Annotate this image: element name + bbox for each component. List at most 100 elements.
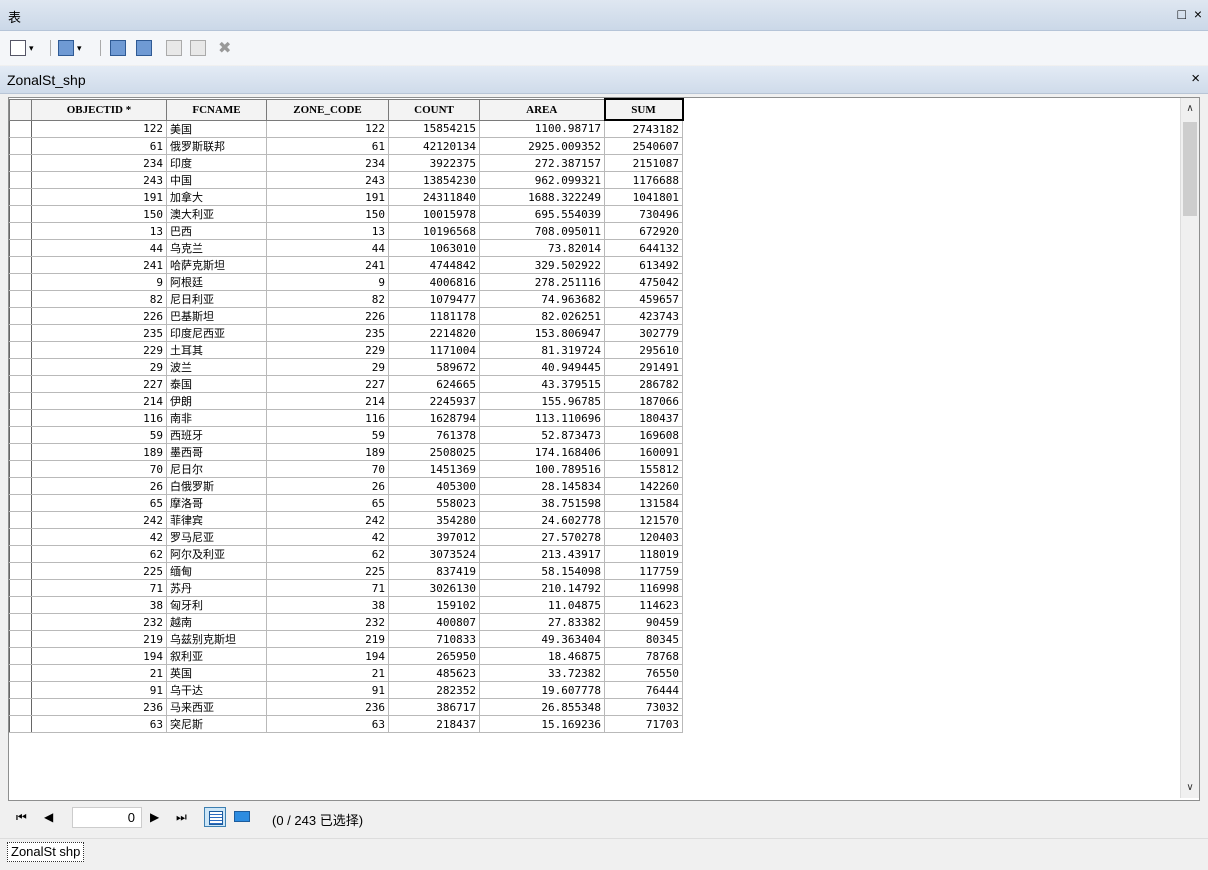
cell-count[interactable]: 15854215 bbox=[388, 119, 480, 138]
row-selector[interactable] bbox=[9, 307, 32, 325]
first-record-button[interactable]: ⏮ bbox=[16, 810, 27, 825]
table-row[interactable]: 227 泰国 227 624665 43.379515 286782 bbox=[9, 375, 683, 393]
cell-area[interactable]: 33.72382 bbox=[479, 664, 605, 682]
cell-count[interactable]: 4006816 bbox=[388, 273, 480, 291]
cell-area[interactable]: 81.319724 bbox=[479, 341, 605, 359]
cell-count[interactable]: 2508025 bbox=[388, 443, 480, 461]
cell-fcname[interactable]: 突尼斯 bbox=[166, 715, 267, 733]
cell-fcname[interactable]: 乌干达 bbox=[166, 681, 267, 699]
switch-selection-button[interactable] bbox=[136, 39, 152, 57]
cell-count[interactable]: 24311840 bbox=[388, 188, 480, 206]
cell-sum[interactable]: 1176688 bbox=[604, 171, 683, 189]
cell-objectid[interactable]: 189 bbox=[31, 443, 167, 461]
cell-objectid[interactable]: 9 bbox=[31, 273, 167, 291]
cell-zone-code[interactable]: 21 bbox=[266, 664, 389, 682]
cell-fcname[interactable]: 菲律宾 bbox=[166, 511, 267, 529]
row-selector[interactable] bbox=[9, 188, 32, 206]
cell-sum[interactable]: 131584 bbox=[604, 494, 683, 512]
cell-count[interactable]: 558023 bbox=[388, 494, 480, 512]
table-row[interactable]: 214 伊朗 214 2245937 155.96785 187066 bbox=[9, 392, 683, 410]
cell-sum[interactable]: 116998 bbox=[604, 579, 683, 597]
cell-sum[interactable]: 459657 bbox=[604, 290, 683, 308]
cell-objectid[interactable]: 150 bbox=[31, 205, 167, 223]
cell-fcname[interactable]: 尼日尔 bbox=[166, 460, 267, 478]
cell-area[interactable]: 213.43917 bbox=[479, 545, 605, 563]
cell-area[interactable]: 27.83382 bbox=[479, 613, 605, 631]
table-row[interactable]: 191 加拿大 191 24311840 1688.322249 1041801 bbox=[9, 188, 683, 206]
cell-sum[interactable]: 291491 bbox=[604, 358, 683, 376]
cell-objectid[interactable]: 234 bbox=[31, 154, 167, 172]
cell-fcname[interactable]: 缅甸 bbox=[166, 562, 267, 580]
cell-objectid[interactable]: 229 bbox=[31, 341, 167, 359]
cell-count[interactable]: 1451369 bbox=[388, 460, 480, 478]
cell-objectid[interactable]: 225 bbox=[31, 562, 167, 580]
show-selected-records-button[interactable] bbox=[230, 807, 252, 827]
cell-sum[interactable]: 302779 bbox=[604, 324, 683, 342]
cell-fcname[interactable]: 匈牙利 bbox=[166, 596, 267, 614]
table-row[interactable]: 42 罗马尼亚 42 397012 27.570278 120403 bbox=[9, 528, 683, 546]
cell-objectid[interactable]: 13 bbox=[31, 222, 167, 240]
row-selector[interactable] bbox=[9, 324, 32, 342]
cell-fcname[interactable]: 阿根廷 bbox=[166, 273, 267, 291]
cell-area[interactable]: 2925.009352 bbox=[479, 137, 605, 155]
cell-count[interactable]: 397012 bbox=[388, 528, 480, 546]
row-selector[interactable] bbox=[9, 528, 32, 546]
row-selector[interactable] bbox=[9, 290, 32, 308]
cell-area[interactable]: 27.570278 bbox=[479, 528, 605, 546]
cell-count[interactable]: 837419 bbox=[388, 562, 480, 580]
row-selector[interactable] bbox=[9, 698, 32, 716]
column-header-sum[interactable]: SUM bbox=[603, 98, 684, 121]
cell-area[interactable]: 210.14792 bbox=[479, 579, 605, 597]
table-row[interactable]: 70 尼日尔 70 1451369 100.789516 155812 bbox=[9, 460, 683, 478]
table-row[interactable]: 44 乌克兰 44 1063010 73.82014 644132 bbox=[9, 239, 683, 257]
cell-zone-code[interactable]: 150 bbox=[266, 205, 389, 223]
cell-zone-code[interactable]: 243 bbox=[266, 171, 389, 189]
column-header-fcname[interactable]: FCNAME bbox=[166, 98, 267, 121]
cell-area[interactable]: 100.789516 bbox=[479, 460, 605, 478]
cell-objectid[interactable]: 44 bbox=[31, 239, 167, 257]
cell-count[interactable]: 10015978 bbox=[388, 205, 480, 223]
cell-objectid[interactable]: 241 bbox=[31, 256, 167, 274]
cell-zone-code[interactable]: 63 bbox=[266, 715, 389, 733]
cell-fcname[interactable]: 马来西亚 bbox=[166, 698, 267, 716]
cell-fcname[interactable]: 乌兹别克斯坦 bbox=[166, 630, 267, 648]
column-header-zone-code[interactable]: ZONE_CODE bbox=[266, 98, 389, 121]
cell-sum[interactable]: 169608 bbox=[604, 426, 683, 444]
cell-objectid[interactable]: 219 bbox=[31, 630, 167, 648]
cell-area[interactable]: 695.554039 bbox=[479, 205, 605, 223]
table-row[interactable]: 234 印度 234 3922375 272.387157 2151087 bbox=[9, 154, 683, 172]
column-header-area[interactable]: AREA bbox=[479, 98, 605, 121]
cell-sum[interactable]: 613492 bbox=[604, 256, 683, 274]
cell-sum[interactable]: 2743182 bbox=[604, 119, 683, 138]
cell-area[interactable]: 43.379515 bbox=[479, 375, 605, 393]
cell-count[interactable]: 4744842 bbox=[388, 256, 480, 274]
row-selector[interactable] bbox=[9, 630, 32, 648]
scroll-thumb[interactable] bbox=[1183, 122, 1197, 216]
table-row[interactable]: 150 澳大利亚 150 10015978 695.554039 730496 bbox=[9, 205, 683, 223]
cell-objectid[interactable]: 236 bbox=[31, 698, 167, 716]
cell-sum[interactable]: 118019 bbox=[604, 545, 683, 563]
cell-fcname[interactable]: 俄罗斯联邦 bbox=[166, 137, 267, 155]
cell-sum[interactable]: 80345 bbox=[604, 630, 683, 648]
cell-fcname[interactable]: 泰国 bbox=[166, 375, 267, 393]
table-row[interactable]: 91 乌干达 91 282352 19.607778 76444 bbox=[9, 681, 683, 699]
cell-count[interactable]: 13854230 bbox=[388, 171, 480, 189]
row-selector-header[interactable] bbox=[9, 98, 32, 121]
cell-objectid[interactable]: 21 bbox=[31, 664, 167, 682]
row-selector[interactable] bbox=[9, 681, 32, 699]
table-row[interactable]: 241 哈萨克斯坦 241 4744842 329.502922 613492 bbox=[9, 256, 683, 274]
cell-objectid[interactable]: 26 bbox=[31, 477, 167, 495]
cell-objectid[interactable]: 122 bbox=[31, 119, 167, 138]
cell-fcname[interactable]: 苏丹 bbox=[166, 579, 267, 597]
cell-zone-code[interactable]: 59 bbox=[266, 426, 389, 444]
table-row[interactable]: 62 阿尔及利亚 62 3073524 213.43917 118019 bbox=[9, 545, 683, 563]
cell-area[interactable]: 58.154098 bbox=[479, 562, 605, 580]
cell-area[interactable]: 962.099321 bbox=[479, 171, 605, 189]
table-row[interactable]: 116 南非 116 1628794 113.110696 180437 bbox=[9, 409, 683, 427]
cell-area[interactable]: 11.04875 bbox=[479, 596, 605, 614]
cell-area[interactable]: 49.363404 bbox=[479, 630, 605, 648]
cell-area[interactable]: 113.110696 bbox=[479, 409, 605, 427]
row-selector[interactable] bbox=[9, 562, 32, 580]
table-row[interactable]: 235 印度尼西亚 235 2214820 153.806947 302779 bbox=[9, 324, 683, 342]
cell-count[interactable]: 1079477 bbox=[388, 290, 480, 308]
